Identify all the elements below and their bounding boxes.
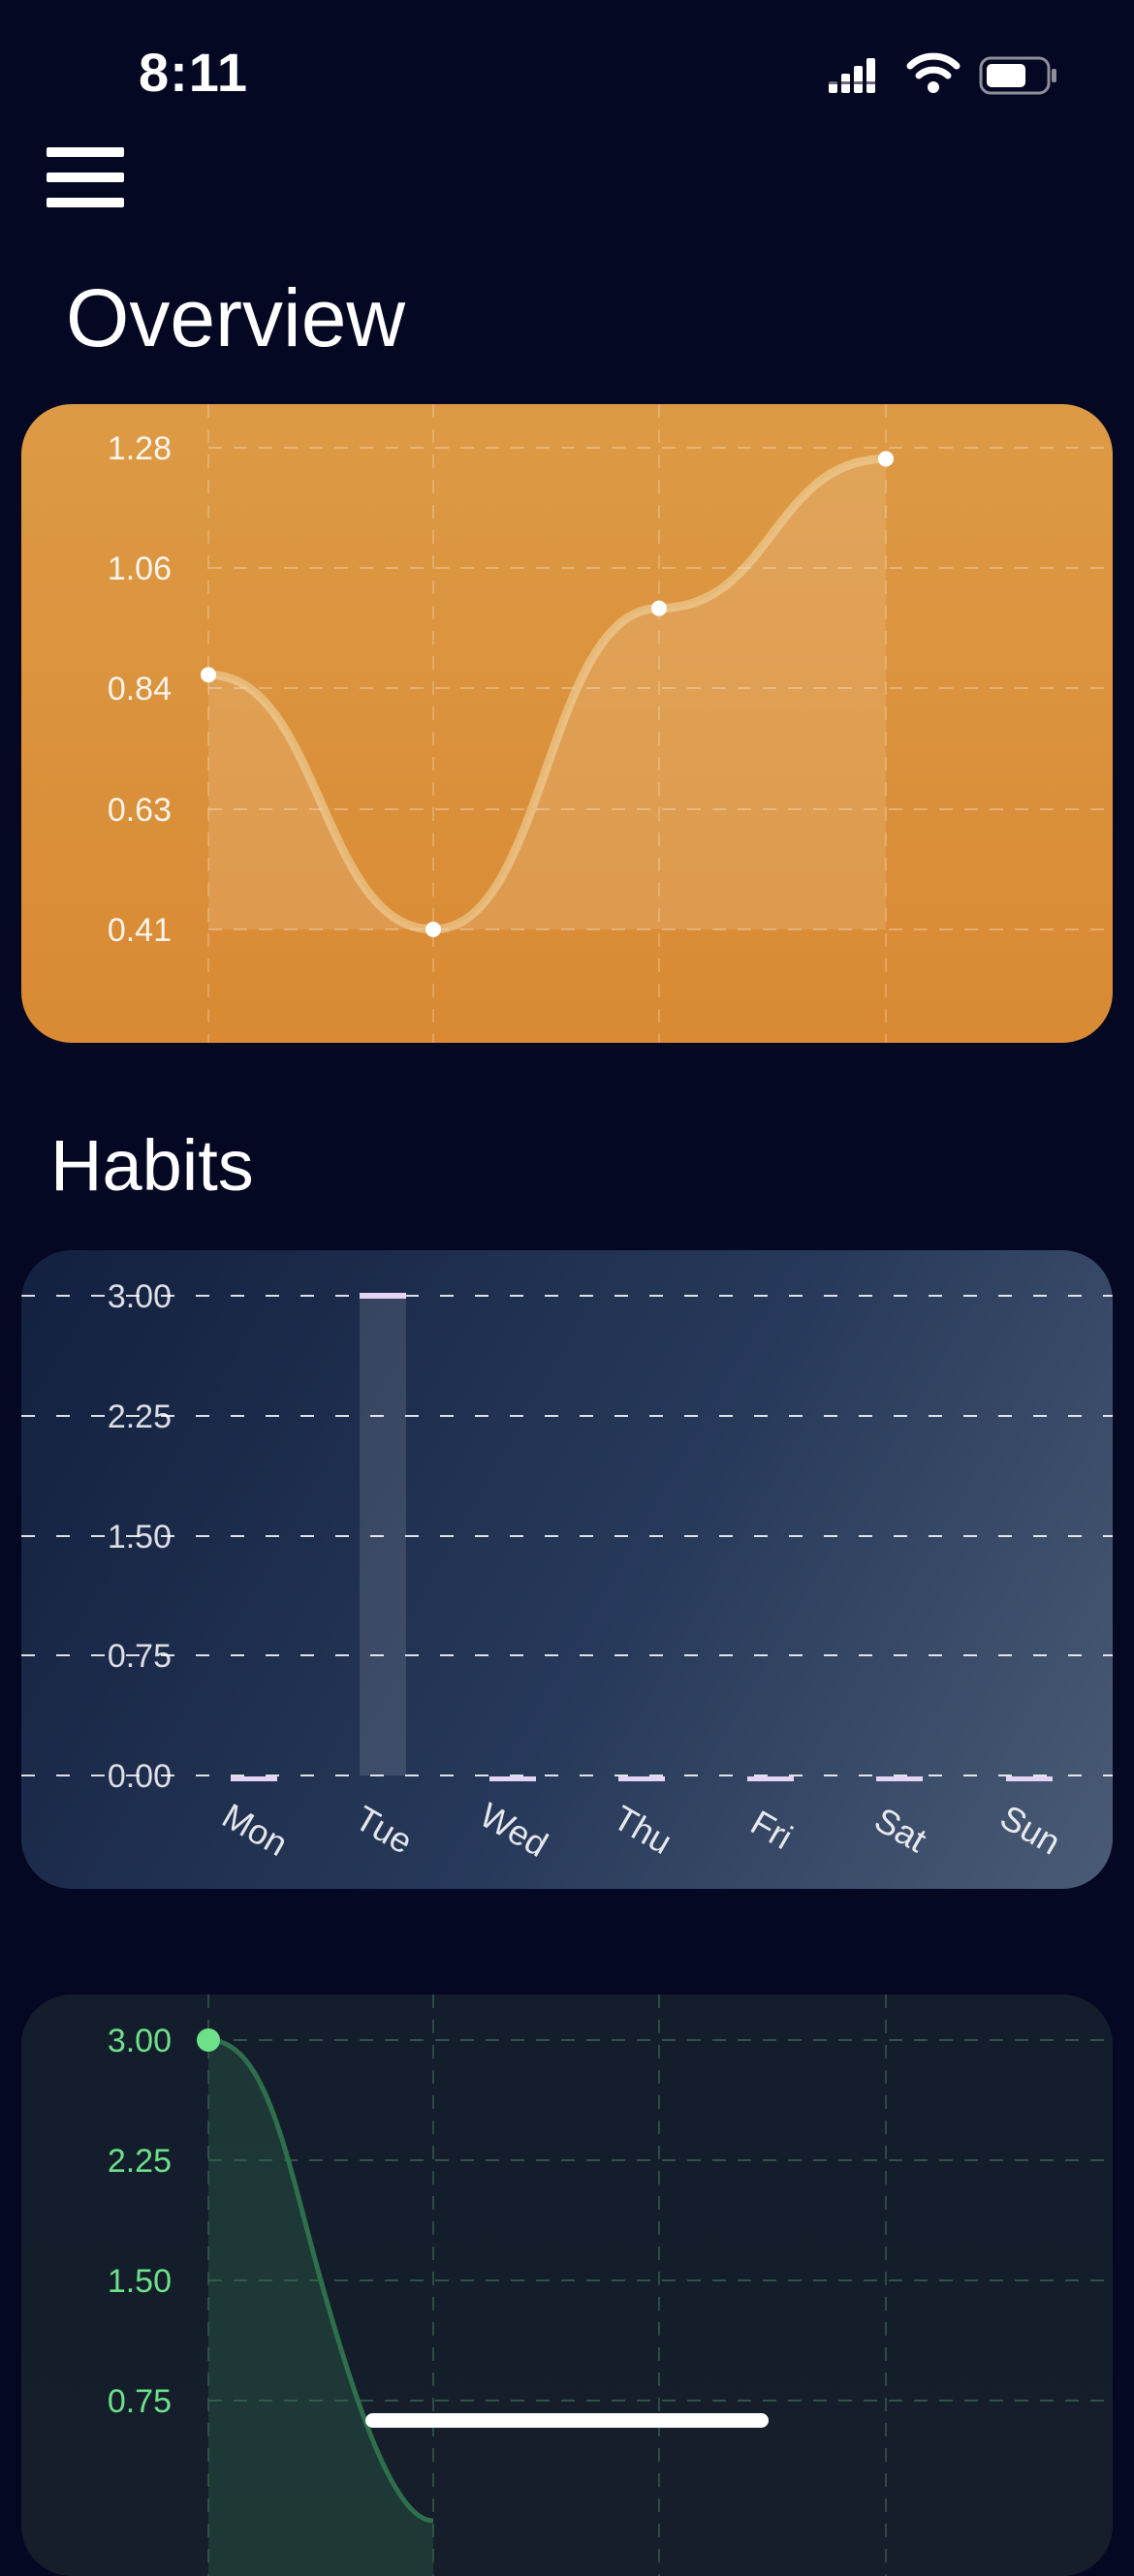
y-tick-label: 0.84 [108,671,172,707]
data-point [425,922,441,937]
trend-chart-card: 3.00 2.25 1.50 0.75 [21,1995,1113,2576]
x-tick-label: Mon [216,1796,295,1865]
x-tick-label: Tue [349,1798,420,1862]
y-tick-label: 1.06 [108,550,172,587]
bar [231,1776,277,1781]
y-tick-label: 0.63 [108,792,172,829]
cellular-signal-icon [829,58,875,93]
bar [489,1776,536,1781]
home-indicator[interactable] [365,2413,769,2428]
wifi-icon [906,52,961,93]
x-tick-label: Fri [744,1803,800,1857]
data-point [201,667,216,683]
habits-chart-card: 3.00 2.25 1.50 0.75 0.00 Mon Tue Wed Thu Fri Sat Su… [21,1250,1113,1889]
overview-chart-card: 1.28 1.06 0.84 0.63 0.41 [21,404,1113,1043]
y-tick-label: 1.50 [108,2263,172,2300]
y-tick-label: 3.00 [108,2023,172,2059]
data-point [878,451,894,467]
x-tick-label: Sat [868,1800,933,1861]
y-tick-label: 1.50 [108,1519,172,1555]
habits-bar-chart: 3.00 2.25 1.50 0.75 0.00 Mon Tue Wed Thu Fri Sat Su… [21,1278,1113,1865]
y-tick-label: 0.00 [108,1758,172,1795]
trend-area-chart: 3.00 2.25 1.50 0.75 [108,1995,1113,2576]
y-tick-label: 0.41 [108,912,172,949]
bar [876,1776,923,1781]
overview-line-chart: 1.28 1.06 0.84 0.63 0.41 [108,404,1113,1043]
y-tick-label: 2.25 [108,2143,172,2180]
overview-title: Overview [66,272,406,363]
status-time: 8:11 [139,42,248,103]
bar [618,1776,665,1781]
y-tick-label: 2.25 [108,1398,172,1435]
hamburger-menu-icon[interactable] [47,145,126,209]
x-tick-label: Thu [607,1798,678,1863]
line-area-fill [208,458,886,929]
battery-icon [979,56,1056,95]
status-bar: 8:11 [0,0,1134,136]
y-tick-label: 0.75 [108,1638,172,1675]
bar-cap [360,1293,406,1299]
habits-title: Habits [50,1125,254,1206]
y-tick-label: 0.75 [108,2383,172,2420]
y-tick-label: 1.28 [108,430,172,467]
data-point [197,2028,220,2052]
bar [747,1776,794,1781]
x-tick-label: Sun [993,1797,1067,1863]
bar [1006,1776,1053,1781]
data-point [651,600,667,616]
x-tick-label: Wed [473,1795,554,1865]
y-tick-label: 3.00 [108,1278,172,1315]
bar [360,1296,406,1775]
